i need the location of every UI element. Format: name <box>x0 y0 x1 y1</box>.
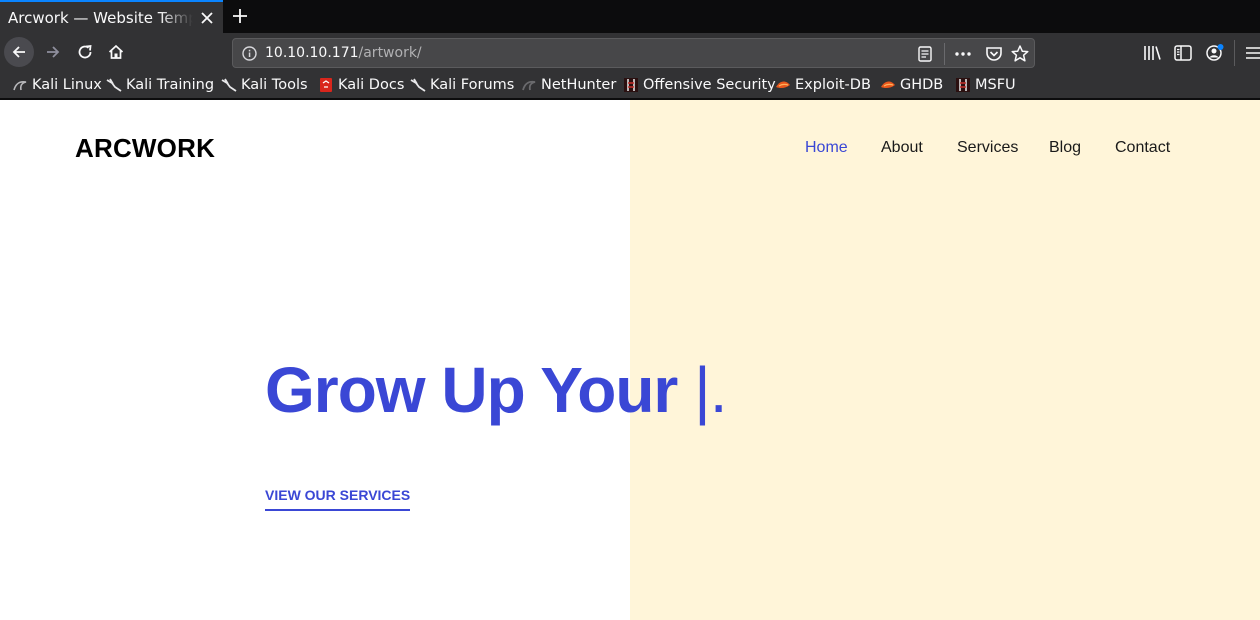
kali-dragon-icon <box>13 80 27 91</box>
site-navigation: Home About Services Blog Contact <box>0 139 1260 161</box>
bookmark-kali-linux[interactable]: Kali Linux <box>12 74 102 96</box>
home-icon <box>108 44 124 59</box>
bookmark-msfu[interactable]: MSFU <box>955 74 1016 96</box>
exploit-db-icon <box>776 81 790 89</box>
toolbar-divider <box>1234 40 1235 66</box>
bookmark-kali-tools[interactable]: Kali Tools <box>221 74 308 96</box>
hero-title: Grow Up Your |. <box>265 353 728 427</box>
bookmark-label: Offensive Security <box>643 77 776 93</box>
forward-arrow-icon <box>47 46 60 58</box>
reload-button[interactable] <box>70 37 100 67</box>
kali-dragon-icon <box>410 78 426 92</box>
typing-cursor: |. <box>694 354 727 426</box>
url-path: /artwork/ <box>358 45 422 61</box>
bookmark-kali-forums[interactable]: Kali Forums <box>410 74 514 96</box>
bookmark-label: NetHunter <box>541 77 617 93</box>
nav-home[interactable]: Home <box>805 139 848 157</box>
bookmark-kali-docs[interactable]: Kali Docs <box>318 74 404 96</box>
url-bar-divider <box>944 43 945 65</box>
home-button[interactable] <box>101 37 131 67</box>
url-host: 10.10.10.171 <box>265 45 359 61</box>
bookmark-label: GHDB <box>900 77 944 93</box>
forward-button[interactable] <box>38 37 68 67</box>
nav-about[interactable]: About <box>881 139 923 157</box>
tab-bar: Arcwork — Website Template <box>0 0 1260 33</box>
bookmark-label: Kali Tools <box>241 77 308 93</box>
url-bar[interactable]: 10.10.10.171/artwork/ <box>232 38 1035 68</box>
hero-title-text: Grow Up Your <box>265 354 695 426</box>
kali-docs-icon <box>320 78 332 92</box>
kali-dragon-icon <box>106 78 122 92</box>
url-text[interactable]: 10.10.10.171/artwork/ <box>265 44 422 63</box>
offsec-icon <box>624 78 638 92</box>
exploit-db-icon <box>881 81 895 89</box>
page-actions-icon[interactable] <box>952 44 974 64</box>
kali-dragon-icon <box>221 78 237 92</box>
account-icon[interactable] <box>1204 42 1226 64</box>
pocket-icon[interactable] <box>983 43 1005 65</box>
sidebar-icon[interactable] <box>1172 42 1194 64</box>
bookmarks-toolbar: Kali Linux Kali Training Kali Tools Kali… <box>0 72 1260 99</box>
bookmark-label: Kali Forums <box>430 77 515 93</box>
nav-blog[interactable]: Blog <box>1049 139 1081 157</box>
close-tab-icon[interactable] <box>197 8 217 28</box>
navigation-toolbar: 10.10.10.171/artwork/ <box>0 33 1260 72</box>
offsec-icon <box>956 78 970 92</box>
reader-view-icon[interactable] <box>915 44 935 64</box>
bookmark-star-icon[interactable] <box>1009 43 1031 65</box>
nav-contact[interactable]: Contact <box>1115 139 1170 157</box>
site-info-icon[interactable] <box>241 45 258 62</box>
bookmark-exploit-db[interactable]: Exploit-DB <box>775 74 871 96</box>
bookmark-label: Kali Linux <box>32 77 102 93</box>
new-tab-icon[interactable] <box>229 5 251 27</box>
bookmark-label: MSFU <box>975 77 1016 93</box>
nav-services[interactable]: Services <box>957 139 1018 157</box>
bookmark-label: Kali Docs <box>338 77 405 93</box>
bookmark-label: Kali Training <box>126 77 215 93</box>
bookmark-label: Exploit-DB <box>795 77 871 93</box>
hamburger-menu-icon[interactable] <box>1242 42 1260 64</box>
library-icon[interactable] <box>1141 42 1163 64</box>
browser-tab[interactable]: Arcwork — Website Template <box>0 0 223 33</box>
web-page: ARCWORK Home About Services Blog Contact… <box>0 100 1260 620</box>
reload-icon <box>78 44 92 59</box>
bookmark-kali-training[interactable]: Kali Training <box>106 74 214 96</box>
tab-title: Arcwork — Website Template <box>8 9 193 27</box>
bookmark-ghdb[interactable]: GHDB <box>880 74 943 96</box>
bookmark-nethunter[interactable]: NetHunter <box>521 74 616 96</box>
back-button[interactable] <box>4 37 34 67</box>
back-arrow-icon <box>12 46 25 58</box>
view-services-link[interactable]: VIEW OUR SERVICES <box>265 487 411 511</box>
nethunter-icon <box>522 80 536 91</box>
bookmark-offensive-security[interactable]: Offensive Security <box>623 74 776 96</box>
